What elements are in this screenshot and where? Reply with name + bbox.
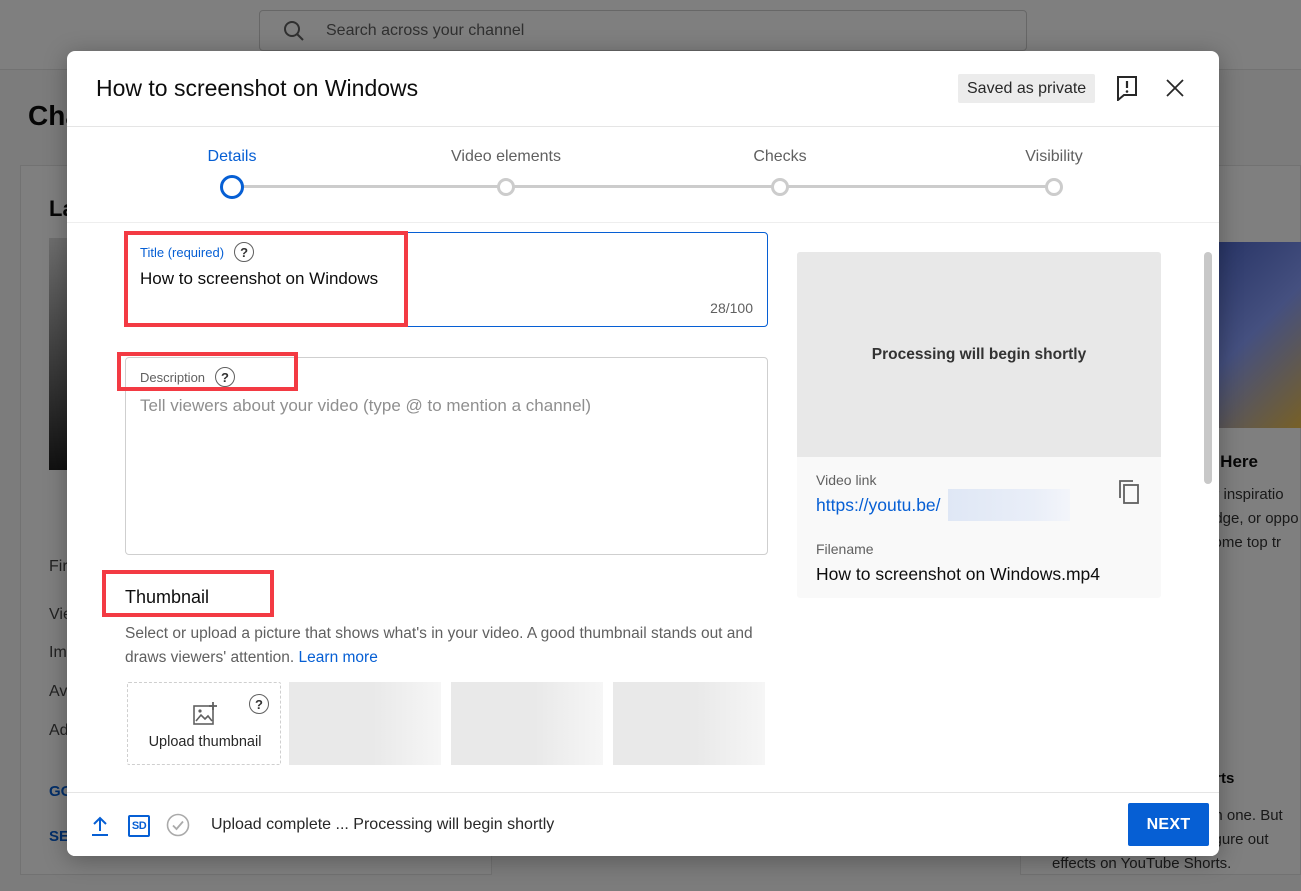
- description-placeholder[interactable]: Tell viewers about your video (type @ to…: [140, 396, 591, 416]
- step-dot: [497, 178, 515, 196]
- redacted-video-id: [948, 489, 1070, 521]
- step-label: Details: [207, 148, 257, 165]
- dialog-title: How to screenshot on Windows: [96, 75, 419, 101]
- copy-link-button[interactable]: [1117, 478, 1141, 506]
- filename-value: How to screenshot on Windows.mp4: [816, 564, 1101, 584]
- upload-details-dialog: How to screenshot on Windows Saved as pr…: [67, 51, 1219, 856]
- video-preview-card: Processing will begin shortly Video link…: [797, 252, 1161, 598]
- checks-complete-icon: [166, 813, 190, 837]
- description-label-text: Description: [140, 369, 206, 385]
- upload-stepper: Details Video elements Checks Visibility: [67, 128, 1219, 223]
- upload-status-text: Upload complete ... Processing will begi…: [211, 816, 555, 833]
- description-input[interactable]: Description ? Tell viewers about your vi…: [125, 357, 768, 555]
- close-button[interactable]: [1163, 76, 1187, 100]
- upload-thumbnail-button[interactable]: Upload thumbnail ?: [127, 682, 281, 765]
- help-icon[interactable]: ?: [215, 367, 236, 387]
- step-video-elements[interactable]: Video elements: [416, 128, 596, 208]
- saved-status-badge: Saved as private: [958, 74, 1096, 103]
- step-checks[interactable]: Checks: [690, 128, 870, 208]
- auto-thumbnail-option[interactable]: [289, 682, 441, 765]
- sd-quality-icon[interactable]: SD: [128, 815, 150, 837]
- title-value[interactable]: How to screenshot on Windows: [140, 269, 378, 289]
- help-icon[interactable]: ?: [249, 694, 269, 714]
- description-label: Description ?: [140, 367, 236, 387]
- video-link[interactable]: https://youtu.be/: [816, 495, 941, 516]
- dialog-footer: SD Upload complete ... Processing will b…: [67, 792, 1219, 856]
- title-char-count: 28/100: [710, 300, 753, 316]
- learn-more-link[interactable]: Learn more: [299, 649, 378, 666]
- thumbnail-description: Select or upload a picture that shows wh…: [125, 622, 775, 670]
- feedback-button[interactable]: [1115, 75, 1139, 101]
- step-details[interactable]: Details: [142, 128, 322, 208]
- add-image-icon: [193, 702, 217, 725]
- upload-thumbnail-label: Upload thumbnail: [148, 734, 262, 750]
- step-label: Video elements: [451, 148, 561, 165]
- step-dot: [771, 178, 789, 196]
- details-content: Title (required) ? How to screenshot on …: [67, 224, 1219, 792]
- step-dot: [1045, 178, 1063, 196]
- close-icon: [1166, 79, 1184, 97]
- next-button[interactable]: NEXT: [1128, 803, 1209, 846]
- auto-thumbnail-option[interactable]: [613, 682, 765, 765]
- title-label-text: Title (required): [140, 244, 225, 260]
- upload-icon[interactable]: [91, 815, 109, 837]
- copy-icon: [1119, 480, 1139, 504]
- step-label: Visibility: [1025, 148, 1083, 165]
- filename-label: Filename: [816, 541, 874, 557]
- thumbnail-description-text: Select or upload a picture that shows wh…: [125, 625, 753, 666]
- step-visibility[interactable]: Visibility: [964, 128, 1144, 208]
- step-label: Checks: [753, 148, 807, 165]
- feedback-icon: [1117, 76, 1137, 101]
- content-scrollbar[interactable]: [1204, 252, 1212, 484]
- help-icon[interactable]: ?: [234, 242, 255, 262]
- title-label: Title (required) ?: [140, 242, 255, 262]
- title-input[interactable]: Title (required) ? How to screenshot on …: [125, 232, 768, 327]
- dialog-header: How to screenshot on Windows Saved as pr…: [67, 51, 1219, 127]
- step-dot: [220, 175, 244, 199]
- video-link-label: Video link: [816, 472, 877, 488]
- video-preview: Processing will begin shortly: [797, 252, 1161, 457]
- thumbnail-heading: Thumbnail: [125, 587, 210, 607]
- stepper-track: [232, 185, 1054, 188]
- auto-thumbnail-option[interactable]: [451, 682, 603, 765]
